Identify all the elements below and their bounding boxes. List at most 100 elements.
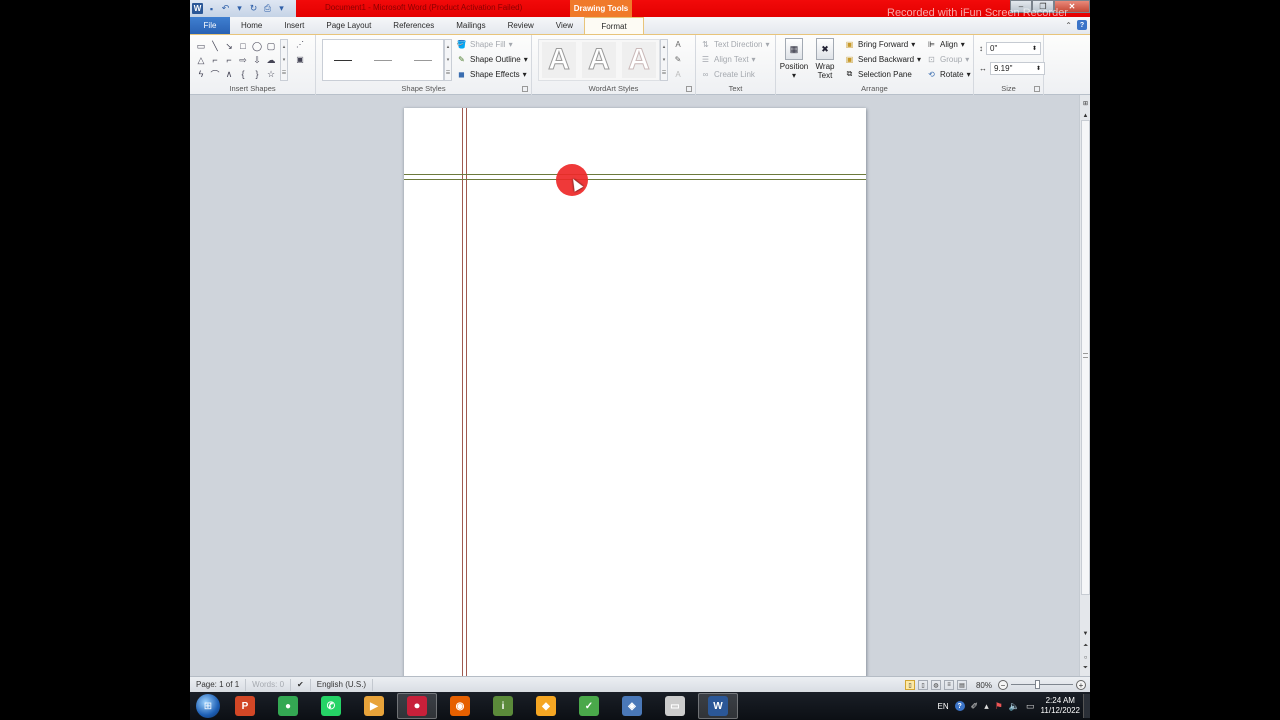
edit-shape-icon[interactable]: ⋰ — [294, 39, 306, 49]
shape-styles-scroll[interactable]: ▴ ▾ ☰ — [444, 39, 452, 81]
wordart-gallery-scroll[interactable]: ▴ ▾ ☰ — [660, 39, 668, 81]
input-language[interactable]: EN — [938, 702, 949, 711]
shape-outline-button[interactable]: ✎ Shape Outline ▾ — [456, 54, 528, 64]
height-spinner[interactable]: ⬍ — [1032, 45, 1037, 52]
taskbar-app-coreldraw[interactable]: ✓ — [569, 693, 609, 719]
taskbar-app-chrome[interactable]: ● — [268, 693, 308, 719]
zoom-out-icon[interactable]: − — [998, 680, 1008, 690]
taskbar-app-paint-app[interactable]: ◆ — [526, 693, 566, 719]
minimize-ribbon-icon[interactable]: ⌃ — [1065, 21, 1072, 30]
print-preview-icon[interactable]: ⎙ — [262, 3, 273, 14]
print-layout-view-icon[interactable]: ▯ — [904, 680, 915, 690]
save-icon[interactable]: ▪ — [206, 3, 217, 14]
wordart-style-1[interactable]: A — [542, 42, 576, 78]
web-layout-icon[interactable]: ◍ — [930, 680, 941, 690]
scroll-thumb[interactable] — [1081, 120, 1090, 595]
position-button[interactable]: ▦ Position ▾ — [779, 38, 809, 80]
language-help-icon[interactable]: ? — [954, 701, 965, 711]
text-direction-button[interactable]: ⇅ Text Direction ▾ — [700, 39, 769, 49]
start-button[interactable]: ⊞ — [196, 694, 220, 718]
width-spinner[interactable]: ⬍ — [1036, 65, 1041, 72]
vertical-line-2[interactable] — [466, 108, 467, 678]
volume-icon[interactable]: 🔈 — [1009, 701, 1020, 712]
undo-dropdown-icon[interactable]: ▾ — [234, 3, 245, 14]
vertical-scrollbar[interactable]: ⊞ ▲ ▼ ⏶ ○ ⏷ — [1079, 95, 1090, 676]
wordart-style-3[interactable]: A — [622, 42, 656, 78]
wrap-text-button[interactable]: ✖ Wrap Text — [810, 38, 840, 80]
taskbar-app-whatsapp[interactable]: ✆ — [311, 693, 351, 719]
proofing-icon[interactable]: ✔ — [291, 678, 311, 691]
browse-object-icon[interactable]: ○ — [1081, 653, 1090, 662]
group-button[interactable]: ⊡ Group ▾ — [926, 54, 969, 64]
taskbar-app-screen-recorder[interactable]: ⏺ — [397, 693, 437, 719]
show-desktop-button[interactable] — [1083, 694, 1090, 718]
show-hidden-icons[interactable]: ▴ — [984, 701, 989, 712]
align-text-button[interactable]: ☰ Align Text ▾ — [700, 54, 756, 64]
shape-style-2[interactable] — [374, 59, 392, 61]
text-outline-icon[interactable]: ✎ — [672, 54, 684, 64]
clock[interactable]: 2:24 AM 11/12/2022 — [1041, 696, 1080, 716]
shape-right-brace[interactable]: } — [250, 67, 264, 81]
action-center-icon[interactable]: ⚑ — [995, 701, 1003, 712]
language[interactable]: English (U.S.) — [311, 678, 374, 691]
zoom-in-icon[interactable]: + — [1076, 680, 1086, 690]
shape-triangle[interactable]: △ — [194, 53, 208, 67]
shape-rounded-rectangle[interactable]: ▢ — [264, 39, 278, 53]
shape-elbow-arrow[interactable]: ⌐ — [222, 53, 236, 67]
create-link-button[interactable]: ∞ Create Link — [700, 69, 755, 79]
shape-textbox[interactable]: ▭ — [194, 39, 208, 53]
send-backward-button[interactable]: ▣ Send Backward ▾ — [844, 54, 921, 64]
rotate-button[interactable]: ⟲ Rotate ▾ — [926, 69, 970, 79]
shape-freeform[interactable]: ϟ — [194, 67, 208, 81]
shapes-gallery-scroll[interactable]: ▴ ▾ ☰ — [280, 39, 288, 81]
size-launcher-icon[interactable] — [1034, 86, 1040, 92]
shape-height-input[interactable]: 0" ⬍ — [986, 42, 1041, 55]
word-count[interactable]: Words: 0 — [246, 678, 292, 691]
tab-mailings[interactable]: Mailings — [445, 17, 496, 34]
tab-insert[interactable]: Insert — [273, 17, 315, 34]
tab-file[interactable]: File — [190, 17, 230, 34]
undo-icon[interactable]: ↶ — [220, 3, 231, 14]
previous-page-icon[interactable]: ⏶ — [1081, 642, 1090, 651]
shape-right-arrow[interactable]: ⇨ — [236, 53, 250, 67]
shape-fill-button[interactable]: 🪣 Shape Fill ▾ — [456, 39, 513, 49]
taskbar-app-window-app[interactable]: ▭ — [655, 693, 695, 719]
shape-style-1[interactable] — [334, 59, 352, 61]
shape-down-arrow[interactable]: ⇩ — [250, 53, 264, 67]
bring-forward-button[interactable]: ▣ Bring Forward ▾ — [844, 39, 916, 49]
full-screen-reading-icon[interactable]: ▯ — [917, 680, 928, 690]
outline-view-icon[interactable]: ≡ — [943, 680, 954, 690]
shape-style-3[interactable] — [414, 59, 432, 61]
shape-scribble[interactable]: ∧ — [222, 67, 236, 81]
selection-pane-button[interactable]: ⧉ Selection Pane — [844, 69, 912, 79]
taskbar-app-firefox[interactable]: ◉ — [440, 693, 480, 719]
horizontal-line-2[interactable] — [404, 179, 866, 180]
tab-review[interactable]: Review — [497, 17, 545, 34]
shape-rectangle[interactable]: □ — [236, 39, 250, 53]
text-effects-icon[interactable]: A — [672, 69, 684, 79]
ruler-toggle-icon[interactable]: ⊞ — [1081, 99, 1090, 108]
taskbar-app-network-app[interactable]: ◈ — [612, 693, 652, 719]
next-page-icon[interactable]: ⏷ — [1081, 664, 1090, 673]
zoom-level[interactable]: 80% — [976, 681, 992, 690]
scroll-up-icon[interactable]: ▲ — [1081, 111, 1090, 120]
shape-left-brace[interactable]: { — [236, 67, 250, 81]
redo-icon[interactable]: ↻ — [248, 3, 259, 14]
shape-effects-button[interactable]: ◼ Shape Effects ▾ — [456, 69, 527, 79]
shape-cloud[interactable]: ☁ — [264, 53, 278, 67]
word-logo-icon[interactable]: W — [192, 3, 203, 14]
shape-line[interactable]: ╲ — [208, 39, 222, 53]
shape-width-input[interactable]: 9.19" ⬍ — [990, 62, 1045, 75]
shape-arrow[interactable]: ↘ — [222, 39, 236, 53]
tab-view[interactable]: View — [545, 17, 584, 34]
taskbar-app-tool-app[interactable]: i — [483, 693, 523, 719]
zoom-thumb[interactable] — [1034, 680, 1040, 689]
help-icon[interactable]: ? — [1077, 20, 1087, 30]
text-fill-icon[interactable]: A — [672, 39, 684, 49]
taskbar-app-word[interactable]: W — [698, 693, 738, 719]
wordart-launcher-icon[interactable] — [686, 86, 692, 92]
text-box-icon[interactable]: ▣ — [294, 54, 306, 64]
tab-references[interactable]: References — [382, 17, 445, 34]
customize-qat-icon[interactable]: ▾ — [276, 3, 287, 14]
shape-oval[interactable]: ◯ — [250, 39, 264, 53]
